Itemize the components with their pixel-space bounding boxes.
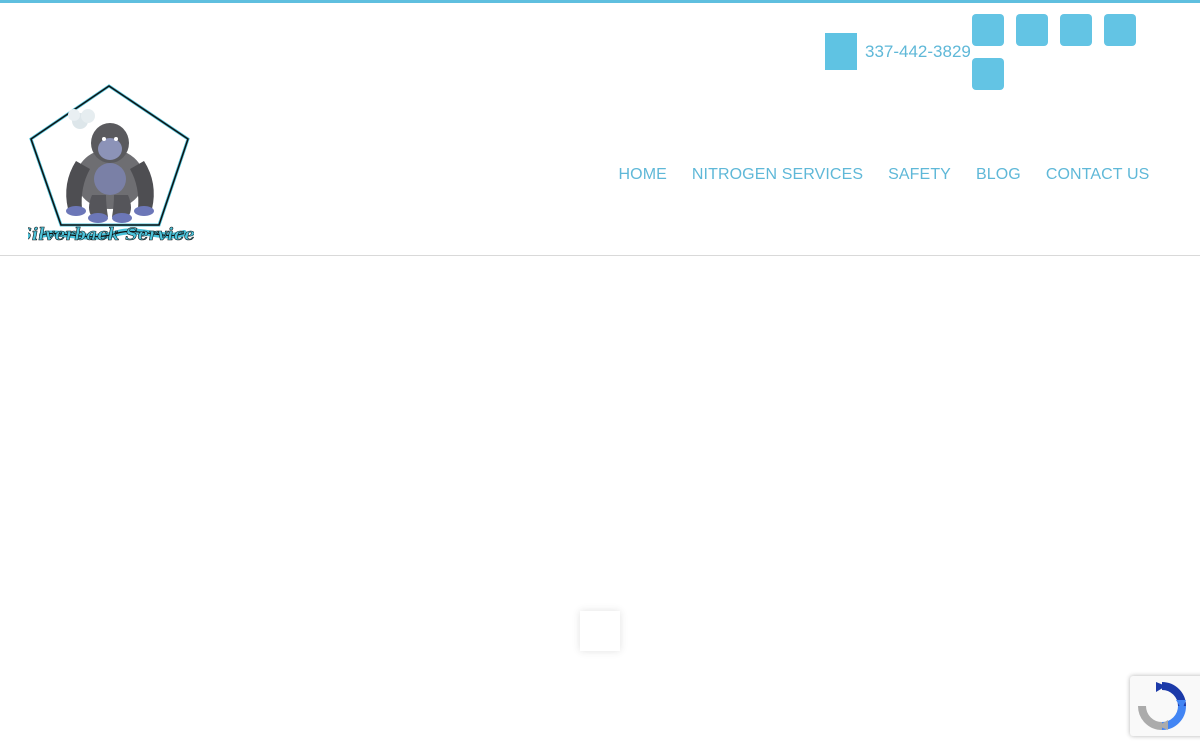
logo-graphic: Silverback Services	[19, 84, 205, 245]
nav-item-home[interactable]: HOME	[619, 166, 667, 184]
main-nav: HOME NITROGEN SERVICES SAFETY BLOG CONTA…	[606, 163, 1162, 187]
nav-item-contact-us[interactable]: CONTACT US	[1046, 166, 1150, 184]
main-content	[0, 256, 1200, 750]
site-logo[interactable]: Silverback Services	[19, 83, 205, 247]
facebook-icon[interactable]	[972, 14, 1004, 46]
site-header: 337-442-3829 Silverback Service HOME NIT…	[0, 3, 1200, 256]
linkedin-icon[interactable]	[1060, 14, 1092, 46]
phone-icon[interactable]	[825, 33, 857, 70]
phone-number-link[interactable]: 337-442-3829	[865, 42, 971, 62]
nav-item-nitrogen-services[interactable]: NITROGEN SERVICES	[692, 166, 863, 184]
page: 337-442-3829 Silverback Service HOME NIT…	[0, 0, 1200, 750]
recaptcha-icon	[1138, 682, 1186, 730]
header-phone: 337-442-3829	[825, 33, 971, 70]
instagram-icon[interactable]	[1104, 14, 1136, 46]
recaptcha-badge[interactable]	[1130, 676, 1200, 736]
youtube-icon[interactable]	[972, 58, 1004, 90]
nav-item-blog[interactable]: BLOG	[976, 166, 1021, 184]
logo-wordmark: Silverback Services	[28, 225, 194, 245]
nav-item-safety[interactable]: SAFETY	[888, 166, 951, 184]
loading-spinner	[580, 611, 620, 651]
twitter-icon[interactable]	[1016, 14, 1048, 46]
